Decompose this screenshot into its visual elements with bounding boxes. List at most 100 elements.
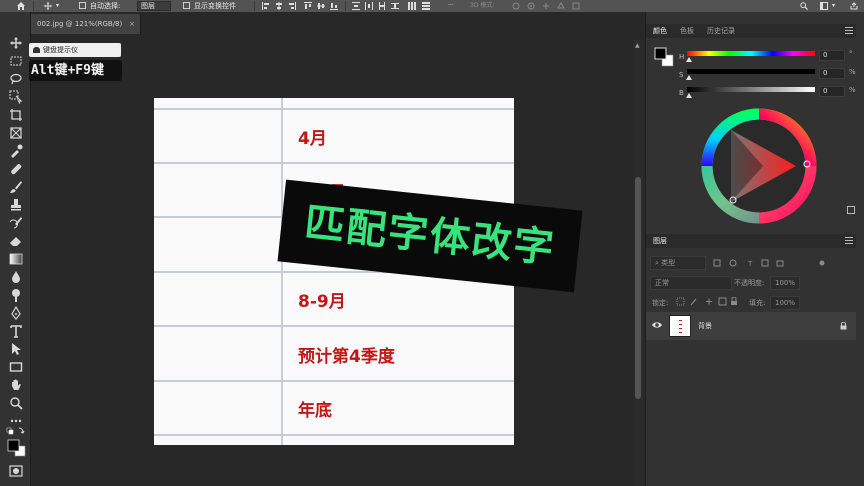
panel-menu-icon[interactable] bbox=[845, 27, 853, 35]
canvas-scrollbar[interactable]: ▲ bbox=[633, 40, 644, 486]
blend-mode-dropdown[interactable]: 正常 bbox=[650, 276, 732, 290]
close-icon[interactable]: × bbox=[129, 14, 135, 34]
healing-brush-tool-icon[interactable] bbox=[9, 162, 23, 176]
3d-pan-icon[interactable] bbox=[542, 2, 550, 10]
align-bottom-icon[interactable] bbox=[330, 2, 338, 10]
document-tab-bar: 002.jpg @ 121%(RGB/8) × bbox=[31, 12, 644, 34]
blur-tool-icon[interactable] bbox=[9, 270, 23, 284]
hand-tool-icon[interactable] bbox=[9, 378, 23, 392]
document-tab-title: 002.jpg @ 121%(RGB/8) bbox=[37, 20, 123, 28]
crop-tool-icon[interactable] bbox=[9, 108, 23, 122]
clone-stamp-tool-icon[interactable] bbox=[9, 198, 23, 212]
lock-options[interactable] bbox=[676, 297, 738, 306]
brush-tool-icon[interactable] bbox=[9, 180, 23, 194]
panel-menu-icon[interactable] bbox=[845, 237, 853, 245]
3d-slide-icon[interactable] bbox=[557, 2, 565, 10]
hue-value[interactable]: 0 bbox=[819, 50, 845, 61]
color-panel-tabs: 颜色 色板 历史记录 bbox=[646, 24, 856, 38]
3d-rotate-icon[interactable] bbox=[512, 2, 520, 10]
saturation-slider[interactable] bbox=[687, 69, 815, 74]
right-panel: 颜色 色板 历史记录 H 0 ° S 0 % B 0 % 图层 ⌕ 类型 T 正… bbox=[645, 12, 864, 486]
scroll-up-icon[interactable]: ▲ bbox=[635, 42, 640, 49]
opacity-input[interactable]: 100% bbox=[770, 276, 800, 290]
table-row-divider bbox=[154, 380, 514, 382]
dodge-tool-icon[interactable] bbox=[9, 288, 23, 302]
saturation-unit: % bbox=[849, 68, 856, 76]
eyedropper-tool-icon[interactable] bbox=[9, 144, 23, 158]
move-icon[interactable] bbox=[44, 2, 52, 10]
tab-layers[interactable]: 图层 bbox=[653, 234, 667, 248]
auto-select-target-dropdown[interactable]: 图层 bbox=[137, 1, 171, 11]
saturation-slider-thumb[interactable] bbox=[686, 75, 692, 80]
layers-panel-tabs: 图层 bbox=[646, 234, 856, 248]
brightness-slider[interactable] bbox=[687, 87, 815, 92]
quick-mask-icon[interactable] bbox=[9, 464, 23, 478]
tab-swatches[interactable]: 色板 bbox=[680, 24, 694, 38]
hue-slider[interactable] bbox=[687, 51, 815, 56]
home-icon[interactable] bbox=[17, 2, 25, 10]
table-row-divider bbox=[154, 108, 514, 110]
opacity-value: 100% bbox=[775, 279, 796, 287]
distribute-icon[interactable] bbox=[391, 2, 399, 10]
layer-row[interactable]: 背景 bbox=[646, 312, 856, 340]
pen-tool-icon[interactable] bbox=[9, 306, 23, 320]
tab-color[interactable]: 颜色 bbox=[653, 24, 667, 38]
rectangle-tool-icon[interactable] bbox=[9, 360, 23, 374]
svg-text:T: T bbox=[747, 260, 753, 267]
eraser-tool-icon[interactable] bbox=[9, 234, 23, 248]
chevron-down-icon[interactable]: ▾ bbox=[56, 0, 59, 12]
align-middle-icon[interactable] bbox=[317, 2, 325, 10]
eye-icon[interactable] bbox=[652, 320, 662, 330]
hue-slider-thumb[interactable] bbox=[686, 57, 692, 62]
brightness-value[interactable]: 0 bbox=[819, 86, 845, 97]
object-select-tool-icon[interactable] bbox=[9, 90, 23, 104]
history-brush-tool-icon[interactable] bbox=[9, 216, 23, 230]
chevron-down-icon[interactable]: ▾ bbox=[832, 0, 835, 12]
align-center-icon[interactable] bbox=[275, 2, 283, 10]
color-panel-options-icon[interactable] bbox=[847, 206, 855, 214]
distribute-icon[interactable] bbox=[352, 2, 360, 10]
tab-history[interactable]: 历史记录 bbox=[707, 24, 735, 38]
table-row-divider bbox=[154, 434, 514, 436]
opacity-label: 不透明度: bbox=[734, 279, 765, 287]
hue-unit: ° bbox=[849, 50, 853, 58]
table-row-divider bbox=[154, 162, 514, 164]
show-transform-checkbox[interactable] bbox=[183, 2, 190, 9]
table-cell: 4月 bbox=[298, 129, 327, 149]
workspace-icon[interactable] bbox=[820, 2, 828, 10]
more-icon[interactable]: ··· bbox=[448, 0, 454, 12]
fill-input[interactable]: 100% bbox=[770, 296, 800, 310]
3d-scale-icon[interactable] bbox=[572, 2, 580, 10]
foreground-background-color-icon[interactable] bbox=[6, 438, 28, 458]
path-selection-tool-icon[interactable] bbox=[9, 342, 23, 356]
share-icon[interactable] bbox=[850, 2, 858, 10]
distribute-icon[interactable] bbox=[378, 2, 386, 10]
frame-tool-icon[interactable] bbox=[9, 126, 23, 140]
distribute-icon[interactable] bbox=[365, 2, 373, 10]
marquee-tool-icon[interactable] bbox=[9, 54, 23, 68]
distribute-icon[interactable] bbox=[408, 2, 416, 10]
table-row-divider bbox=[154, 325, 514, 327]
align-right-icon[interactable] bbox=[288, 2, 296, 10]
layer-filter-dropdown[interactable]: ⌕ 类型 bbox=[650, 256, 706, 270]
gradient-tool-icon[interactable] bbox=[9, 252, 23, 266]
type-tool-icon[interactable] bbox=[9, 324, 23, 338]
align-left-icon[interactable] bbox=[262, 2, 270, 10]
document-tab[interactable]: 002.jpg @ 121%(RGB/8) × bbox=[31, 14, 141, 34]
scrollbar-thumb[interactable] bbox=[635, 177, 641, 399]
distribute-icon[interactable] bbox=[422, 2, 430, 10]
color-wheel[interactable] bbox=[701, 108, 817, 224]
layer-name[interactable]: 背景 bbox=[698, 312, 712, 340]
lasso-tool-icon[interactable] bbox=[9, 72, 23, 86]
zoom-tool-icon[interactable] bbox=[9, 396, 23, 410]
layer-filter-icons[interactable]: T bbox=[712, 259, 832, 267]
align-top-icon[interactable] bbox=[304, 2, 312, 10]
3d-roll-icon[interactable] bbox=[527, 2, 535, 10]
move-tool-icon[interactable] bbox=[9, 36, 23, 50]
color-swatch[interactable] bbox=[654, 47, 676, 69]
brightness-slider-thumb[interactable] bbox=[686, 93, 692, 98]
saturation-value[interactable]: 0 bbox=[819, 68, 845, 79]
auto-select-checkbox[interactable] bbox=[79, 2, 86, 9]
search-icon[interactable] bbox=[800, 2, 808, 10]
tools-panel bbox=[0, 12, 31, 486]
